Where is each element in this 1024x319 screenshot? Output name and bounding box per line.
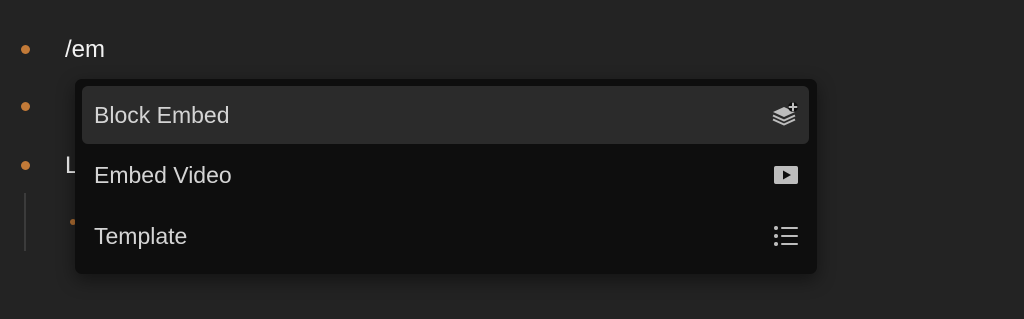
block-bullet[interactable] xyxy=(21,45,30,54)
menu-item-label: Block Embed xyxy=(94,102,230,128)
block-embed-icon xyxy=(771,100,801,130)
child-thread-line xyxy=(24,193,26,251)
list-icon xyxy=(771,221,801,251)
menu-item-template[interactable]: Template xyxy=(82,207,809,265)
menu-item-label: Template xyxy=(94,223,188,249)
menu-item-label: Embed Video xyxy=(94,162,232,188)
block-bullet[interactable] xyxy=(21,161,30,170)
editor-canvas[interactable]: /em L Block Embed Embed Video Template xyxy=(0,0,1024,319)
block-text-slash-command[interactable]: /em xyxy=(65,36,105,64)
block-bullet[interactable] xyxy=(21,102,30,111)
slash-command-menu: Block Embed Embed Video Template xyxy=(75,79,817,274)
menu-item-embed-video[interactable]: Embed Video xyxy=(82,146,809,204)
menu-item-block-embed[interactable]: Block Embed xyxy=(82,86,809,144)
play-video-icon xyxy=(771,160,801,190)
